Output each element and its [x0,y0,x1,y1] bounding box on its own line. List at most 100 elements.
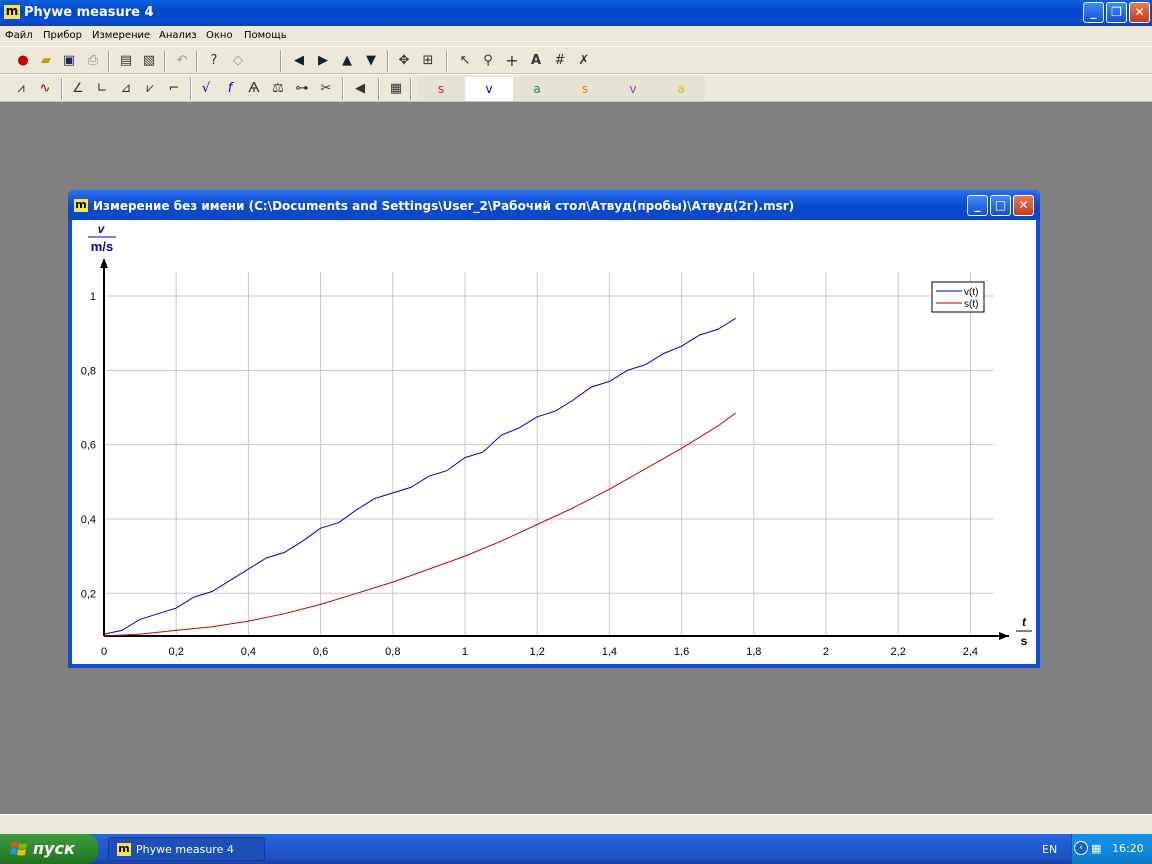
taskbar: пуск m Phywe measure 4 EN ‹ ▦ 16:20 [0,834,1152,864]
channel-s2-label: s [581,82,589,96]
measurement-minimize-button[interactable]: _ [967,195,988,216]
menu-measurement[interactable]: Измерение [92,30,150,41]
menu-bar: Файл Прибор Измерение Анализ Окно Помощь [0,26,1152,46]
status-bar [0,814,1152,834]
x-tick-label: 2,4 [963,646,978,658]
menu-file[interactable]: Файл [5,30,33,41]
network-icon[interactable]: ▦ [1091,842,1101,855]
plot-area[interactable]: 0 0,2 0,4 0,6 0,8 1 1,2 1,4 1,6 1,8 2 2,2 2,4 0,2 0,4 0… [72,220,1036,664]
language-indicator[interactable]: EN [1042,843,1057,856]
marker-icon[interactable]: ⚖ [269,80,287,98]
x-tick-label: 1 [462,646,468,658]
channel-a2-label: a [677,82,685,96]
app-logo-icon: m [4,4,20,19]
move-icon[interactable]: ✥ [395,52,413,70]
cut-icon[interactable]: ✂ [317,80,335,98]
channel-v-button[interactable]: v [465,77,513,101]
channel-a-label: a [533,82,541,96]
arrow-left-icon[interactable]: ◀ [290,52,308,70]
tray-expand-icon[interactable]: ‹ [1074,841,1088,855]
print-icon[interactable]: ⎙ [84,52,102,70]
restore-button[interactable]: ❐ [1106,2,1127,23]
zoom-icon[interactable]: ⚲ [479,52,497,70]
peak-icon[interactable]: ⩗ [141,80,159,98]
x-tick-label: 1,2 [530,646,545,658]
channel-v-label: v [485,82,493,96]
crosshair-icon[interactable]: + [503,52,521,70]
chart-settings-icon[interactable]: ▦ [387,80,405,98]
channel-s-label: s [437,82,445,96]
text-tool-icon[interactable]: A [527,52,545,70]
measurement-close-button[interactable]: ✕ [1013,195,1034,216]
series-line-s [103,412,736,637]
menu-window[interactable]: Окно [206,30,233,41]
eraser-icon[interactable]: ◇ [229,52,247,70]
undo-icon[interactable]: ↶ [173,52,191,70]
x-tick-label: 0,8 [385,646,400,658]
legend-label: v(t) [964,287,978,298]
x-tick-label: 1,4 [602,646,617,658]
chart-svg[interactable]: 0 0,2 0,4 0,6 0,8 1 1,2 1,4 1,6 1,8 2 2,2 2,4 0,2 0,4 0… [72,220,1036,664]
arrow-down-icon[interactable]: ▼ [362,52,380,70]
x-axis-unit: s [1021,634,1028,648]
menu-analysis[interactable]: Анализ [159,30,197,41]
channel-v2-label: v [629,82,637,96]
integral-icon[interactable]: ⊿ [117,80,135,98]
measurement-window: m Измерение без имени (C:\Documents and … [68,190,1040,668]
channel-manager-icon[interactable]: ⩘ [12,80,30,98]
legend-label: s(t) [964,299,978,310]
taskbar-item-label: Phywe measure 4 [136,843,234,856]
x-tick-label: 0,4 [241,646,256,658]
channel-s-button[interactable]: s [417,77,465,101]
sound-icon[interactable]: ◀ [351,80,369,98]
x-tick-label: 0,2 [169,646,184,658]
y-tick-label: 0,6 [81,440,96,452]
x-axis-symbol: t [1022,615,1027,629]
image-icon[interactable]: ▧ [140,52,158,70]
y-tick-label: 0,8 [81,365,96,377]
taskbar-item-phywe[interactable]: m Phywe measure 4 [108,837,265,861]
curve-icon[interactable]: ∿ [36,80,54,98]
y-tick-label: 0,2 [81,588,96,600]
x-tick-label: 0,6 [313,646,328,658]
function-icon[interactable]: f [221,80,239,98]
menu-device[interactable]: Прибор [43,30,82,41]
save-icon[interactable]: ▣ [60,52,78,70]
autoscale-icon[interactable]: ⊞ [419,52,437,70]
filter-icon[interactable]: ⊶ [293,80,311,98]
fit-icon[interactable]: Ѧ [245,80,263,98]
start-button[interactable]: пуск [0,834,98,864]
pointer-icon[interactable]: ↖ [456,52,474,70]
measurement-window-title: Измерение без имени (C:\Documents and Se… [93,199,795,213]
close-button[interactable]: ✕ [1129,2,1150,23]
open-folder-icon[interactable]: ▰ [37,52,55,70]
analysis-toolbar: ⩘ ∿ ∠ ∟ ⊿ ⩗ ⌐ √ f Ѧ ⚖ ⊶ ✂ ◀ ▦ s v a s v … [0,74,1152,102]
menu-help[interactable]: Помощь [244,30,287,41]
tangent-icon[interactable]: ∟ [93,80,111,98]
minimize-button[interactable]: _ [1083,2,1104,23]
main-toolbar: ● ▰ ▣ ⎙ ▤ ▧ ↶ ? ◇ ◀ ▶ ▲ ▼ ✥ ⊞ ↖ ⚲ + A # … [0,46,1152,74]
channel-s2-button[interactable]: s [561,77,609,101]
smooth-icon[interactable]: ⌐ [165,80,183,98]
channel-v2-button[interactable]: v [609,77,657,101]
measurement-maximize-button[interactable]: □ [990,195,1011,216]
arrow-right-icon[interactable]: ▶ [314,52,332,70]
x-tick-label: 1,6 [674,646,689,658]
slope-icon[interactable]: ∠ [69,80,87,98]
y-axis-unit: m/s [91,239,113,254]
record-icon[interactable]: ● [14,52,32,70]
x-axis-arrow-icon [999,632,1009,640]
grid-icon[interactable]: # [551,52,569,70]
y-axis-arrow-icon [100,258,108,268]
measurement-window-title-bar[interactable]: m Измерение без имени (C:\Documents and … [68,190,1040,220]
table-icon[interactable]: ▤ [117,52,135,70]
arrow-up-icon[interactable]: ▲ [338,52,356,70]
channel-a2-button[interactable]: a [657,77,705,101]
help-icon[interactable]: ? [205,52,223,70]
app-title-bar[interactable]: m Phywe measure 4 _ ❐ ✕ [0,0,1152,26]
channel-a-button[interactable]: a [513,77,561,101]
line-tool-icon[interactable]: ✗ [575,52,593,70]
x-tick-label: 2 [823,646,829,658]
formula-icon[interactable]: √ [197,80,215,98]
app-title: Phywe measure 4 [24,5,154,20]
